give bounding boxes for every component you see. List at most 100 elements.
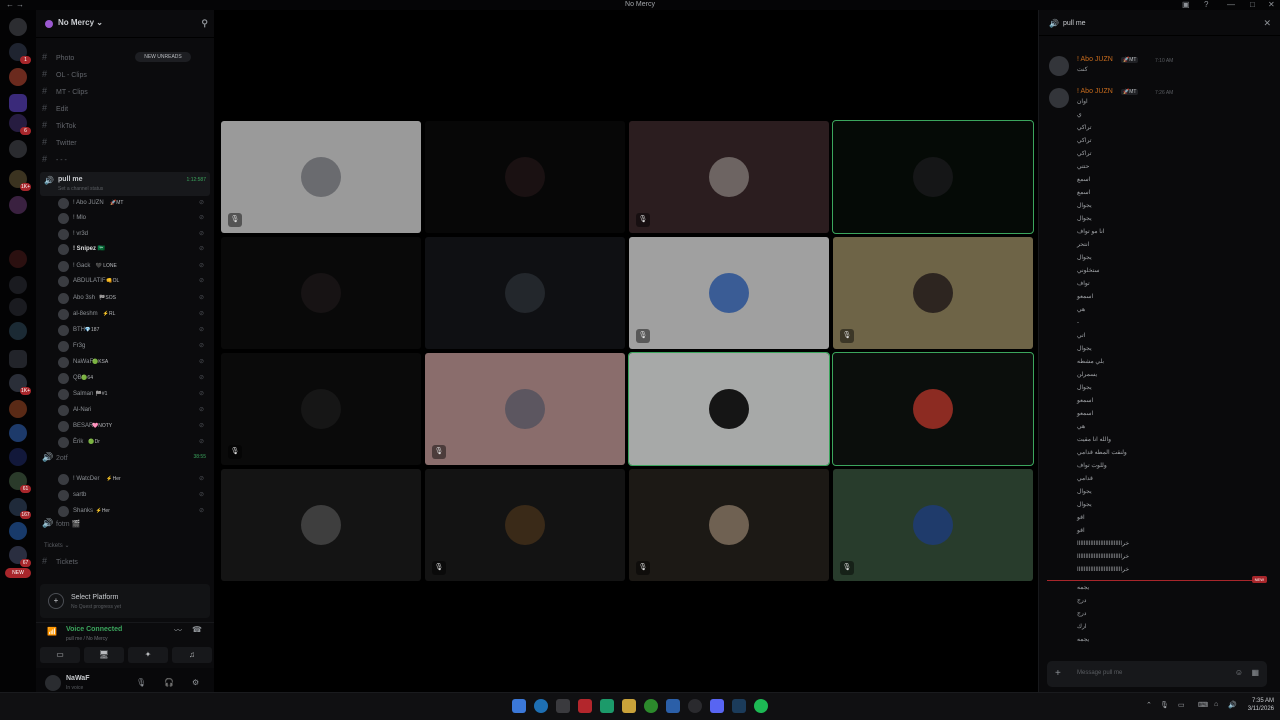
video-tile[interactable]: 🎙 bbox=[221, 353, 421, 465]
channel-item[interactable]: # Twitter bbox=[42, 135, 212, 149]
network-icon[interactable]: ⌂ bbox=[1214, 701, 1218, 708]
server-icon[interactable]: 167 bbox=[9, 498, 31, 519]
help-icon[interactable]: ? bbox=[1204, 0, 1208, 9]
voice-member[interactable]: NaWaF 🟢KSA ⊘ bbox=[58, 355, 208, 370]
voice-member[interactable]: BTH 💎187 ⊘ bbox=[58, 323, 208, 338]
server-icon[interactable]: 1K+ bbox=[9, 170, 31, 191]
emoji-icon[interactable]: ☺ bbox=[1235, 668, 1243, 677]
server-icon[interactable]: 1K+ bbox=[9, 374, 31, 395]
server-header[interactable]: No Mercy ⌄ ⚲ bbox=[36, 10, 214, 38]
keyboard-icon[interactable]: ⌨ bbox=[1198, 701, 1208, 709]
spotify-icon[interactable] bbox=[754, 699, 768, 713]
server-icon[interactable] bbox=[9, 448, 27, 466]
close-icon[interactable]: ✕ bbox=[1263, 18, 1271, 29]
video-tile[interactable]: 🎙 bbox=[629, 121, 829, 233]
volume-icon[interactable]: 🔊 bbox=[1228, 701, 1237, 709]
server-icon[interactable]: 61 bbox=[9, 472, 31, 493]
plus-icon[interactable]: + bbox=[1055, 668, 1061, 679]
channel-item[interactable]: # Photo bbox=[42, 50, 212, 64]
video-tile[interactable]: 🎙 bbox=[629, 469, 829, 581]
server-folder-icon[interactable] bbox=[9, 350, 27, 368]
avatar[interactable] bbox=[45, 675, 61, 691]
steam-icon[interactable] bbox=[732, 699, 746, 713]
discord-icon[interactable] bbox=[710, 699, 724, 713]
soundboard-button[interactable]: ♫ bbox=[172, 647, 212, 663]
channel-item[interactable]: # MT - Clips bbox=[42, 84, 212, 98]
app-icon[interactable] bbox=[688, 699, 702, 713]
channel-item[interactable]: # TikTok bbox=[42, 118, 212, 132]
video-tile[interactable]: 🎙 bbox=[629, 237, 829, 349]
server-icon[interactable]: 6 bbox=[9, 114, 31, 135]
taskbar-clock[interactable]: 7:35 AM 3/11/2026 bbox=[1242, 697, 1274, 713]
username[interactable]: NaWaF bbox=[66, 675, 89, 682]
minimize-icon[interactable]: — bbox=[1227, 0, 1235, 9]
server-icon[interactable] bbox=[9, 522, 27, 540]
server-icon[interactable] bbox=[9, 68, 27, 86]
video-tile[interactable] bbox=[628, 352, 830, 466]
voice-member[interactable]: Al-Nari ⊘ bbox=[58, 403, 208, 418]
video-tile[interactable]: 🎙 bbox=[425, 353, 625, 465]
video-tile[interactable] bbox=[221, 237, 421, 349]
voice-member[interactable]: ! vr3d ⊘ bbox=[58, 227, 208, 242]
voice-member[interactable]: Ёrik 🟢Dr ⊘ bbox=[58, 435, 208, 450]
message-author[interactable]: ! Abo JUZN bbox=[1077, 56, 1113, 63]
chevron-up-icon[interactable]: ⌃ bbox=[1146, 701, 1152, 709]
channel-tickets[interactable]: # Tickets bbox=[42, 554, 212, 568]
voice-member[interactable]: Abo 3sh 🏁SOS ⊘ bbox=[58, 291, 208, 306]
server-icon[interactable] bbox=[9, 298, 27, 316]
app-icon[interactable] bbox=[600, 699, 614, 713]
server-icon[interactable] bbox=[9, 424, 27, 442]
voice-channel-2otf[interactable]: 🔊 2otf 38:55 bbox=[42, 450, 212, 464]
voice-member[interactable]: ! Snipez 🇸🇦 ⊘ bbox=[58, 242, 208, 257]
voice-member[interactable]: ! Mlo ⊘ bbox=[58, 211, 208, 226]
edge-icon[interactable] bbox=[534, 699, 548, 713]
avatar[interactable] bbox=[1049, 56, 1069, 76]
server-folder-icon[interactable] bbox=[9, 94, 27, 112]
category-tickets[interactable]: Tickets ⌄ bbox=[44, 542, 69, 549]
channel-item[interactable]: # OL - Clips bbox=[42, 67, 212, 81]
video-tile[interactable]: 🎙 bbox=[221, 121, 421, 233]
video-tile[interactable]: 🎙 bbox=[425, 469, 625, 581]
channel-item[interactable]: # Edit bbox=[42, 101, 212, 115]
camera-button[interactable]: ▭ bbox=[40, 647, 80, 663]
maximize-icon[interactable]: □ bbox=[1250, 0, 1255, 9]
server-icon[interactable] bbox=[9, 196, 27, 214]
voice-member[interactable]: ! WatcDer ⚡Her ⊘ bbox=[58, 472, 208, 487]
voice-channel-pull-me[interactable]: 🔊 pull me Set a channel status 1:12:587 bbox=[40, 172, 210, 196]
voice-member[interactable]: BESAR 🩷NOTY ⊘ bbox=[58, 419, 208, 434]
file-explorer-icon[interactable] bbox=[622, 699, 636, 713]
server-icon[interactable] bbox=[9, 276, 27, 294]
activities-button[interactable]: ✦ bbox=[128, 647, 168, 663]
server-icon[interactable]: 67 bbox=[9, 546, 31, 567]
inbox-icon[interactable]: ▣ bbox=[1182, 0, 1190, 9]
server-icon[interactable] bbox=[9, 322, 27, 340]
disconnect-icon[interactable]: ☎ bbox=[192, 625, 202, 634]
mic-tray-icon[interactable]: 🎙 bbox=[1160, 701, 1169, 709]
video-tile[interactable] bbox=[832, 120, 1034, 234]
voice-member[interactable]: sartb ⊘ bbox=[58, 488, 208, 503]
voice-connected-subtitle[interactable]: pull me / No Mercy bbox=[66, 636, 108, 642]
voice-member[interactable]: Salman 🏁#1 ⊘ bbox=[58, 387, 208, 402]
close-icon[interactable]: ✕ bbox=[1268, 0, 1275, 9]
xbox-icon[interactable] bbox=[644, 699, 658, 713]
microphone-icon[interactable]: 🎙 bbox=[136, 678, 146, 687]
message-author[interactable]: ! Abo JUZN bbox=[1077, 88, 1113, 95]
avatar[interactable] bbox=[1049, 88, 1069, 108]
server-icon[interactable]: 1 bbox=[9, 43, 31, 64]
battery-icon[interactable]: ▭ bbox=[1178, 701, 1185, 709]
voice-member[interactable]: ! Gack 🖤 LONE ⊘ bbox=[58, 259, 208, 274]
channel-item[interactable]: # - - - bbox=[42, 152, 212, 166]
app-icon[interactable] bbox=[666, 699, 680, 713]
voice-member[interactable]: al-8eshm ⚡RL ⊘ bbox=[58, 307, 208, 322]
noise-suppression-icon[interactable]: 〰 bbox=[174, 625, 182, 636]
video-tile[interactable] bbox=[221, 469, 421, 581]
gear-icon[interactable]: ⚙ bbox=[192, 678, 199, 687]
voice-channel-fotm[interactable]: 🔊 fotm 🎬 bbox=[42, 516, 212, 530]
signal-icon[interactable]: 📶 bbox=[47, 627, 57, 636]
message-input[interactable]: + Message pull me ☺ ▦ bbox=[1047, 661, 1267, 687]
start-icon[interactable] bbox=[512, 699, 526, 713]
new-unreads-pill[interactable]: NEW bbox=[5, 568, 31, 578]
video-tile[interactable]: 🎙 bbox=[833, 469, 1033, 581]
voice-member[interactable]: ABDULATIF 👊OL ⊘ bbox=[58, 274, 208, 289]
headphones-icon[interactable]: 🎧 bbox=[164, 678, 174, 687]
